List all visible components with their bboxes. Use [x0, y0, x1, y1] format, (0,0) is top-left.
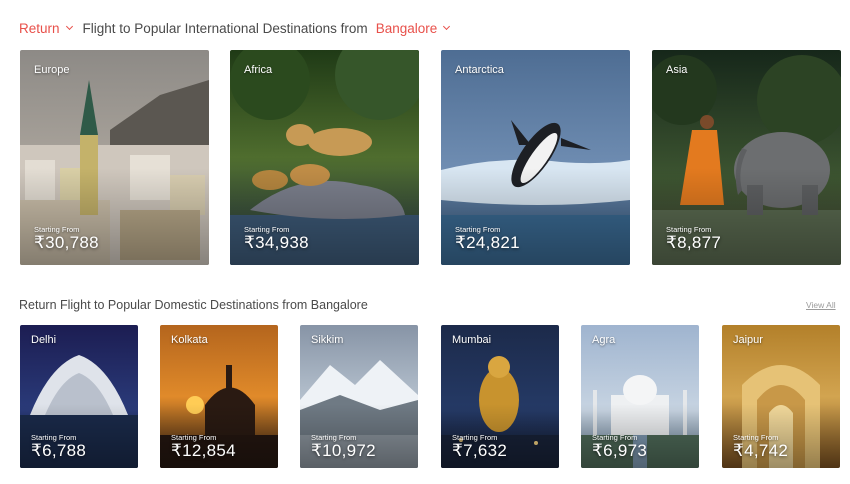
origin-city-dropdown[interactable]: Bangalore: [375, 20, 451, 36]
destination-card-kolkata[interactable]: Kolkata Starting From ₹12,854: [160, 325, 278, 468]
destination-price: ₹30,788: [34, 233, 99, 252]
destination-name: Kolkata: [171, 334, 208, 346]
destination-name: Asia: [666, 64, 688, 76]
destination-name: Delhi: [31, 334, 57, 346]
destination-name: Agra: [592, 334, 616, 346]
view-all-link[interactable]: View All: [806, 300, 836, 310]
trip-type-dropdown[interactable]: Return: [19, 20, 73, 36]
destination-name: Mumbai: [452, 334, 492, 346]
destination-price: ₹8,877: [666, 233, 722, 252]
destination-price: ₹10,972: [311, 441, 376, 460]
destination-price: ₹6,788: [31, 441, 87, 460]
destination-name: Sikkim: [311, 334, 344, 346]
destination-card-jaipur[interactable]: Jaipur Starting From ₹4,742: [722, 325, 840, 468]
destination-price: ₹34,938: [244, 233, 309, 252]
destination-price: ₹24,821: [455, 233, 520, 252]
destination-card-sikkim[interactable]: Sikkim Starting From ₹10,972: [300, 325, 418, 468]
destination-price: ₹6,973: [592, 441, 648, 460]
destination-card-mumbai[interactable]: Mumbai Starting From ₹7,632: [441, 325, 559, 468]
destination-name: Antarctica: [455, 64, 504, 76]
destination-name: Europe: [34, 64, 70, 76]
international-header: Return Flight to Popular International D…: [19, 19, 451, 37]
origin-city-label: Bangalore: [375, 20, 438, 36]
destination-price: ₹7,632: [452, 441, 508, 460]
destination-card-agra[interactable]: Agra Starting From ₹6,973: [581, 325, 699, 468]
destination-name: Africa: [244, 64, 273, 76]
destination-price: ₹12,854: [171, 441, 236, 460]
destination-card-antarctica[interactable]: Antarctica Starting From ₹24,821: [441, 50, 630, 265]
destination-card-asia[interactable]: Asia Starting From ₹8,877: [652, 50, 841, 265]
destination-card-delhi[interactable]: Delhi Starting From ₹6,788: [20, 325, 138, 468]
chevron-down-icon: [443, 22, 451, 31]
destination-price: ₹4,742: [733, 441, 789, 460]
trip-type-label: Return: [19, 20, 60, 36]
destination-name: Jaipur: [733, 334, 763, 346]
destination-card-europe[interactable]: Europe Starting From ₹30,788: [20, 50, 209, 265]
chevron-down-icon: [65, 22, 73, 31]
domestic-title: Return Flight to Popular Domestic Destin…: [19, 298, 368, 312]
international-title: Flight to Popular International Destinat…: [82, 20, 368, 36]
destination-card-africa[interactable]: Africa Starting From ₹34,938: [230, 50, 419, 265]
